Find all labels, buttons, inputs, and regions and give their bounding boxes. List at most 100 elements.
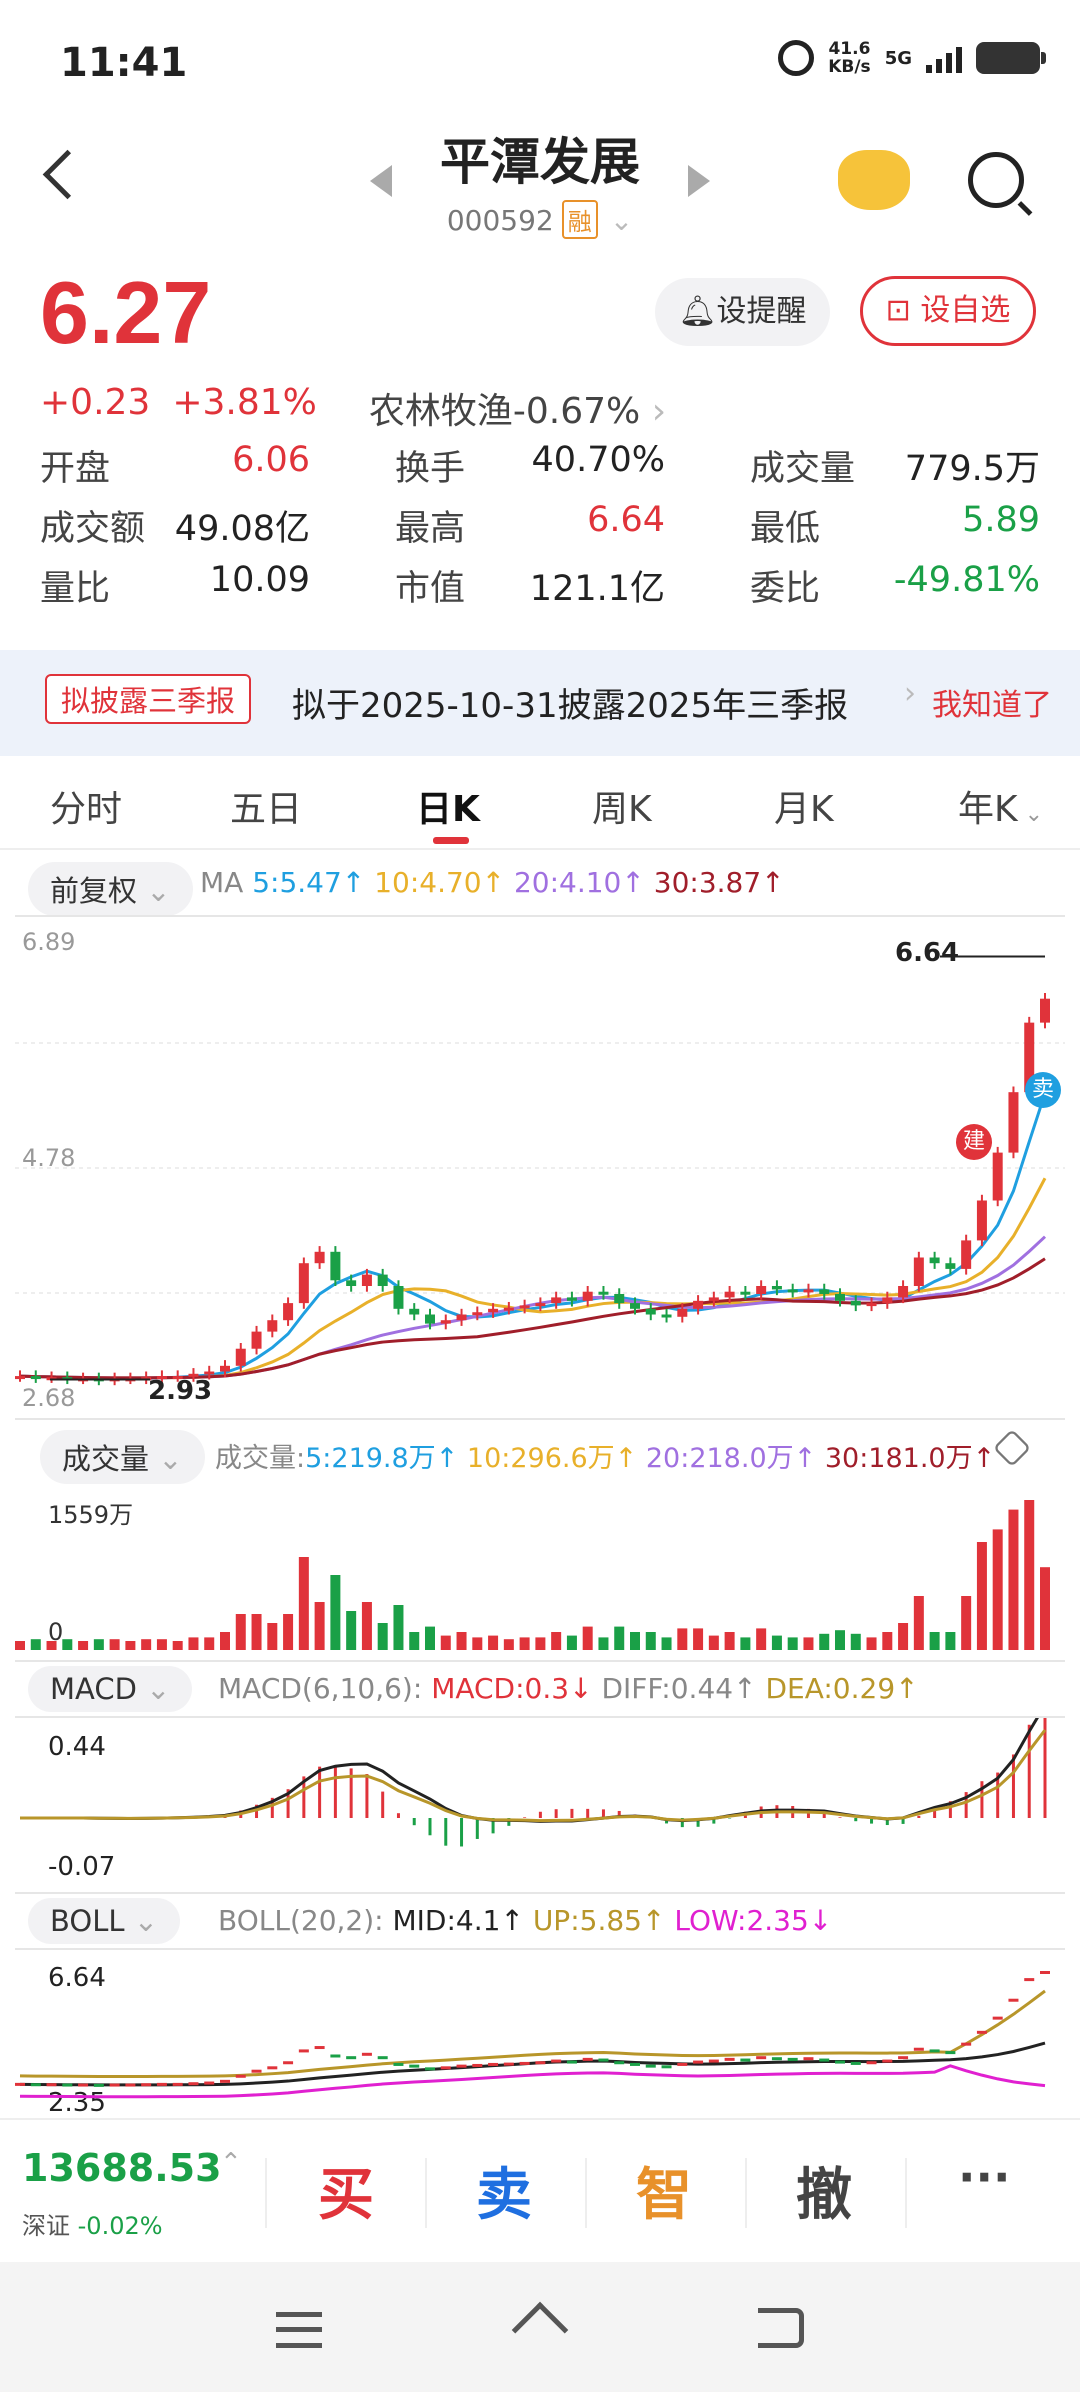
quote-stats: 开盘 6.06 换手 40.70% 成交量 779.5万 成交额 49.08亿 最高 6.64 最低… [40, 440, 1040, 620]
notice-dismiss[interactable]: 我知道了 [932, 680, 1052, 724]
buy-button[interactable]: 买 [318, 2150, 374, 2231]
stat-label: 委比 [750, 569, 821, 609]
volume-bar [188, 1637, 199, 1650]
volume-bar [62, 1639, 73, 1650]
candle [708, 1297, 719, 1301]
candle [251, 1331, 262, 1349]
candle [945, 1263, 956, 1269]
sell-signal-tag[interactable]: 卖 [1025, 1072, 1061, 1108]
candle [283, 1303, 294, 1321]
adjust-select[interactable]: 前复权 ⌄ [28, 862, 193, 916]
candle [440, 1320, 451, 1324]
chevron-down-icon: ⌄ [149, 1442, 183, 1476]
y-max-label: 6.89 [22, 928, 76, 956]
settings-icon[interactable] [992, 1428, 1032, 1468]
stat-item: 成交额 49.08亿 [40, 500, 310, 551]
candle [835, 1293, 845, 1301]
search-button[interactable] [968, 152, 1024, 208]
volume-bar [724, 1632, 735, 1650]
candle [298, 1263, 309, 1304]
volume-bar [803, 1637, 814, 1650]
stat-label: 量比 [40, 569, 111, 609]
candle [1040, 998, 1050, 1023]
candle [929, 1257, 940, 1264]
stock-code: 000592 [446, 204, 554, 237]
volume-bar [661, 1637, 672, 1650]
volume-bar [235, 1614, 246, 1650]
volume-bar [645, 1632, 656, 1650]
volume-bar [740, 1637, 751, 1650]
smart-button[interactable]: 智 [636, 2150, 692, 2231]
sell-button[interactable]: 卖 [476, 2150, 532, 2231]
volume-bar [314, 1602, 325, 1650]
volume-bar [1040, 1567, 1050, 1650]
volume-bar [1008, 1509, 1019, 1650]
tab-monthly-k[interactable]: 月K [774, 780, 834, 832]
buy-signal-tag[interactable]: 建 [956, 1124, 992, 1160]
kline-chart[interactable] [0, 918, 1080, 1418]
candle [361, 1274, 372, 1287]
add-watchlist-button[interactable]: ⊡ 设自选 [860, 276, 1036, 346]
macd-indicator-select[interactable]: MACD ⌄ [28, 1666, 193, 1712]
chevron-up-icon[interactable]: ⌃ [220, 2148, 242, 2178]
macd-chart[interactable] [0, 1718, 1080, 1888]
volume-bar [283, 1614, 294, 1650]
candle [661, 1314, 672, 1318]
volume-bar [93, 1639, 104, 1650]
tab-five-day[interactable]: 五日 [230, 780, 302, 832]
boll-indicator-select[interactable]: BOLL ⌄ [28, 1898, 181, 1944]
volume-bar [425, 1626, 435, 1650]
status-icons: 41.6 KB/s 5G [778, 40, 1046, 76]
divider [0, 2118, 1080, 2120]
y-mid-label: 4.78 [22, 1144, 76, 1172]
price-change-pct: +3.81% [172, 382, 317, 423]
chevron-down-icon: ⌄ [1017, 802, 1044, 827]
chevron-down-icon: ⌄ [124, 1904, 159, 1938]
stat-item: 开盘 6.06 [40, 440, 310, 491]
menu-icon[interactable] [276, 2312, 322, 2348]
volume-bar [614, 1626, 625, 1650]
volume-chart[interactable] [0, 1480, 1080, 1650]
volume-bar [976, 1542, 987, 1650]
more-button[interactable]: ··· [958, 2150, 1010, 2204]
candle [961, 1240, 972, 1269]
stat-value: 5.89 [962, 500, 1040, 540]
tab-weekly-k[interactable]: 周K [592, 780, 652, 832]
boll-chart[interactable] [0, 1950, 1080, 2115]
sector-link[interactable]: 农林牧渔-0.67% › [369, 382, 666, 434]
volume-indicator-select[interactable]: 成交量 ⌄ [40, 1430, 205, 1484]
volume-bar [771, 1635, 782, 1650]
set-alert-button[interactable]: 🔔︎设提醒 [655, 278, 830, 346]
macd-legend: MACD(6,10,6): MACD:0.3↓ DIFF:0.44↑ DEA:0… [218, 1672, 919, 1705]
volume-bar [204, 1637, 215, 1650]
volume-bar [393, 1605, 404, 1650]
stock-name: 平潭发展 [440, 133, 640, 191]
tab-intraday[interactable]: 分时 [50, 780, 122, 832]
candle [803, 1289, 814, 1293]
index-value[interactable]: 13688.53 [22, 2146, 222, 2190]
ma10-line [19, 1177, 1047, 1380]
chevron-down-icon: ⌄ [137, 874, 171, 908]
ma30-line [19, 1257, 1046, 1380]
next-stock-arrow-icon[interactable] [688, 165, 710, 197]
volume-bar [346, 1611, 357, 1650]
candle [551, 1297, 562, 1304]
tab-yearly-k[interactable]: 年K ⌄ [958, 780, 1043, 832]
cancel-order-button[interactable]: 撤 [796, 2150, 852, 2231]
stat-value: 49.08亿 [174, 509, 310, 549]
stat-value: 6.06 [232, 440, 310, 480]
candle [519, 1305, 530, 1309]
candle [882, 1297, 893, 1304]
low-marker: 2.93 [148, 1376, 213, 1406]
home-icon[interactable] [511, 2301, 569, 2359]
back-nav-icon[interactable] [758, 2308, 804, 2348]
chevron-right-icon: › [651, 391, 667, 432]
volume-bar [46, 1641, 57, 1650]
divider [15, 1418, 1065, 1420]
tab-daily-k[interactable]: 日K [416, 780, 480, 832]
candle [740, 1291, 751, 1295]
stock-code-row[interactable]: 000592 融 ⌄ [0, 200, 1080, 239]
mascot-icon[interactable] [838, 150, 910, 210]
ma5-line [19, 1092, 1047, 1381]
stat-value: 6.64 [587, 500, 665, 540]
